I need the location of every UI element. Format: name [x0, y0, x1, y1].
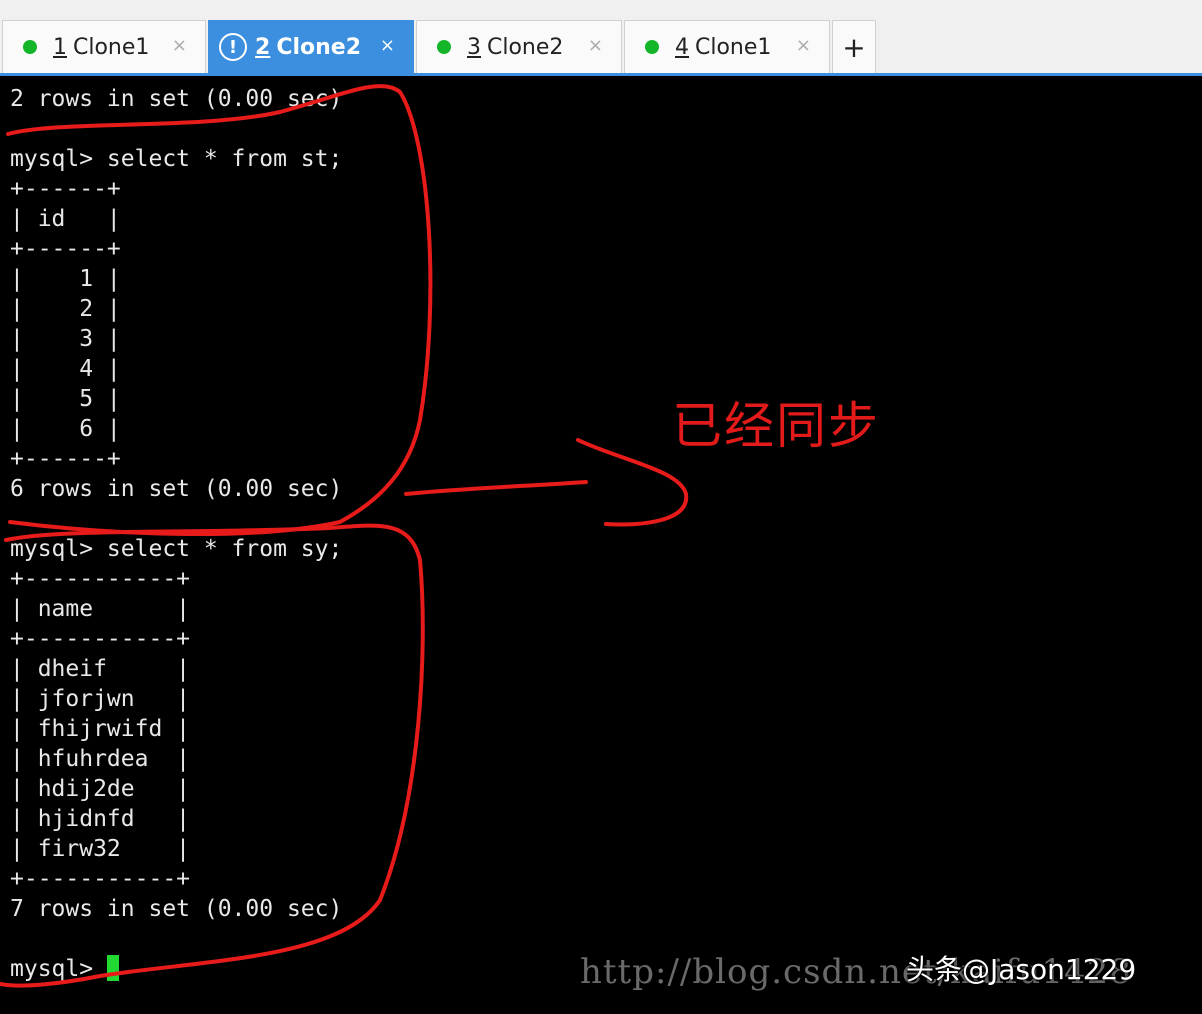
tab-2-clone2[interactable]: ! 2 Clone2 ×: [208, 20, 414, 73]
tab-title: Clone1: [695, 34, 772, 60]
tab-title: Clone1: [73, 34, 150, 60]
new-tab-button[interactable]: +: [832, 20, 876, 73]
tab-3-clone2[interactable]: 3 Clone2 ×: [416, 20, 622, 73]
text-cursor: [106, 955, 119, 981]
close-icon[interactable]: ×: [796, 35, 811, 56]
terminal-output[interactable]: 2 rows in set (0.00 sec) mysql> select *…: [10, 84, 1190, 1004]
alert-icon: !: [219, 33, 247, 61]
tab-4-clone1[interactable]: 4 Clone1 ×: [624, 20, 830, 73]
tab-number: 3: [467, 34, 481, 60]
tab-number: 4: [675, 34, 689, 60]
close-icon[interactable]: ×: [172, 35, 187, 56]
close-icon[interactable]: ×: [380, 35, 395, 56]
connected-status-icon: [437, 40, 451, 54]
connected-status-icon: [23, 40, 37, 54]
close-icon[interactable]: ×: [588, 35, 603, 56]
tab-number: 1: [53, 34, 67, 60]
connected-status-icon: [645, 40, 659, 54]
tab-1-clone1[interactable]: 1 Clone1 ×: [2, 20, 206, 73]
terminal-lines: 2 rows in set (0.00 sec) mysql> select *…: [10, 86, 343, 922]
annotation-text: 已经同步: [672, 397, 880, 455]
tab-number: 2: [255, 34, 271, 60]
tab-bar: 1 Clone1 × ! 2 Clone2 × 3 Clone2 × 4 Clo…: [0, 0, 1202, 76]
terminal-prompt: mysql>: [10, 956, 107, 982]
tab-title: Clone2: [487, 34, 564, 60]
watermark-author: 头条@Jason1229: [906, 953, 1137, 986]
tab-title: Clone2: [276, 34, 362, 60]
